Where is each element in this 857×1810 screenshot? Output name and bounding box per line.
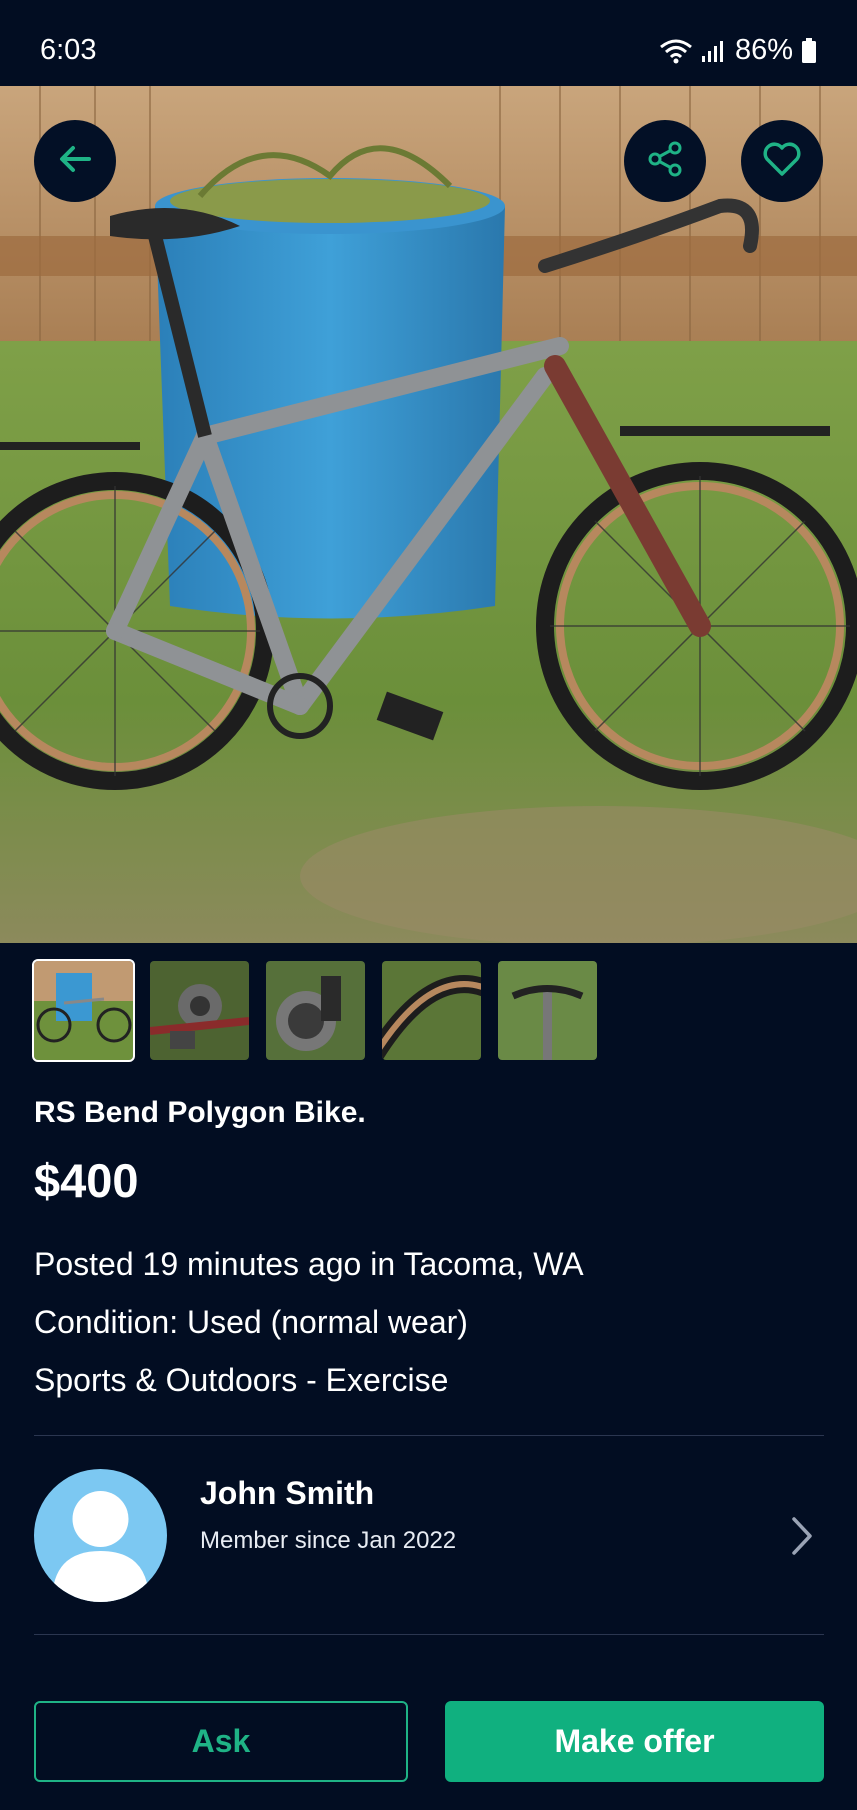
thumbnail-1[interactable] xyxy=(32,959,135,1062)
thumbnail-2[interactable] xyxy=(150,961,249,1060)
listing-title: RS Bend Polygon Bike. xyxy=(34,1096,366,1129)
listing-price: $400 xyxy=(34,1154,139,1207)
status-time: 6:03 xyxy=(40,34,97,66)
battery-percent: 86% xyxy=(734,34,793,66)
thumbnail-3[interactable] xyxy=(266,961,365,1060)
favorite-button[interactable] xyxy=(741,120,823,202)
thumbnail-5[interactable] xyxy=(498,961,597,1060)
signal-icon xyxy=(701,39,727,63)
ask-button[interactable]: Ask xyxy=(34,1701,408,1782)
arrow-left-icon xyxy=(55,139,95,184)
avatar xyxy=(34,1469,167,1602)
wifi-icon xyxy=(659,37,693,65)
seller-profile-row[interactable]: John Smith Member since Jan 2022 xyxy=(34,1469,824,1603)
make-offer-button[interactable]: Make offer xyxy=(445,1701,824,1782)
share-icon xyxy=(645,139,685,184)
thumbnail-4[interactable] xyxy=(382,961,481,1060)
status-bar: 6:03 86% xyxy=(0,0,857,86)
status-icons: 86% xyxy=(659,34,817,67)
condition-info: Condition: Used (normal wear) xyxy=(34,1304,468,1340)
listing-photo[interactable] xyxy=(0,86,857,943)
heart-icon xyxy=(761,139,803,184)
person-icon xyxy=(52,1491,149,1602)
divider xyxy=(34,1435,824,1436)
thumbnail-strip xyxy=(32,959,597,1062)
chevron-right-icon xyxy=(790,1515,814,1562)
back-button[interactable] xyxy=(34,120,116,202)
divider xyxy=(34,1634,824,1635)
share-button[interactable] xyxy=(624,120,706,202)
category-info[interactable]: Sports & Outdoors - Exercise xyxy=(34,1362,448,1399)
posted-info: Posted 19 minutes ago in Tacoma, WA xyxy=(34,1246,584,1282)
seller-member-since: Member since Jan 2022 xyxy=(200,1527,457,1554)
battery-icon xyxy=(801,37,817,64)
bike-photo-image xyxy=(0,86,857,943)
seller-name: John Smith xyxy=(200,1475,375,1511)
